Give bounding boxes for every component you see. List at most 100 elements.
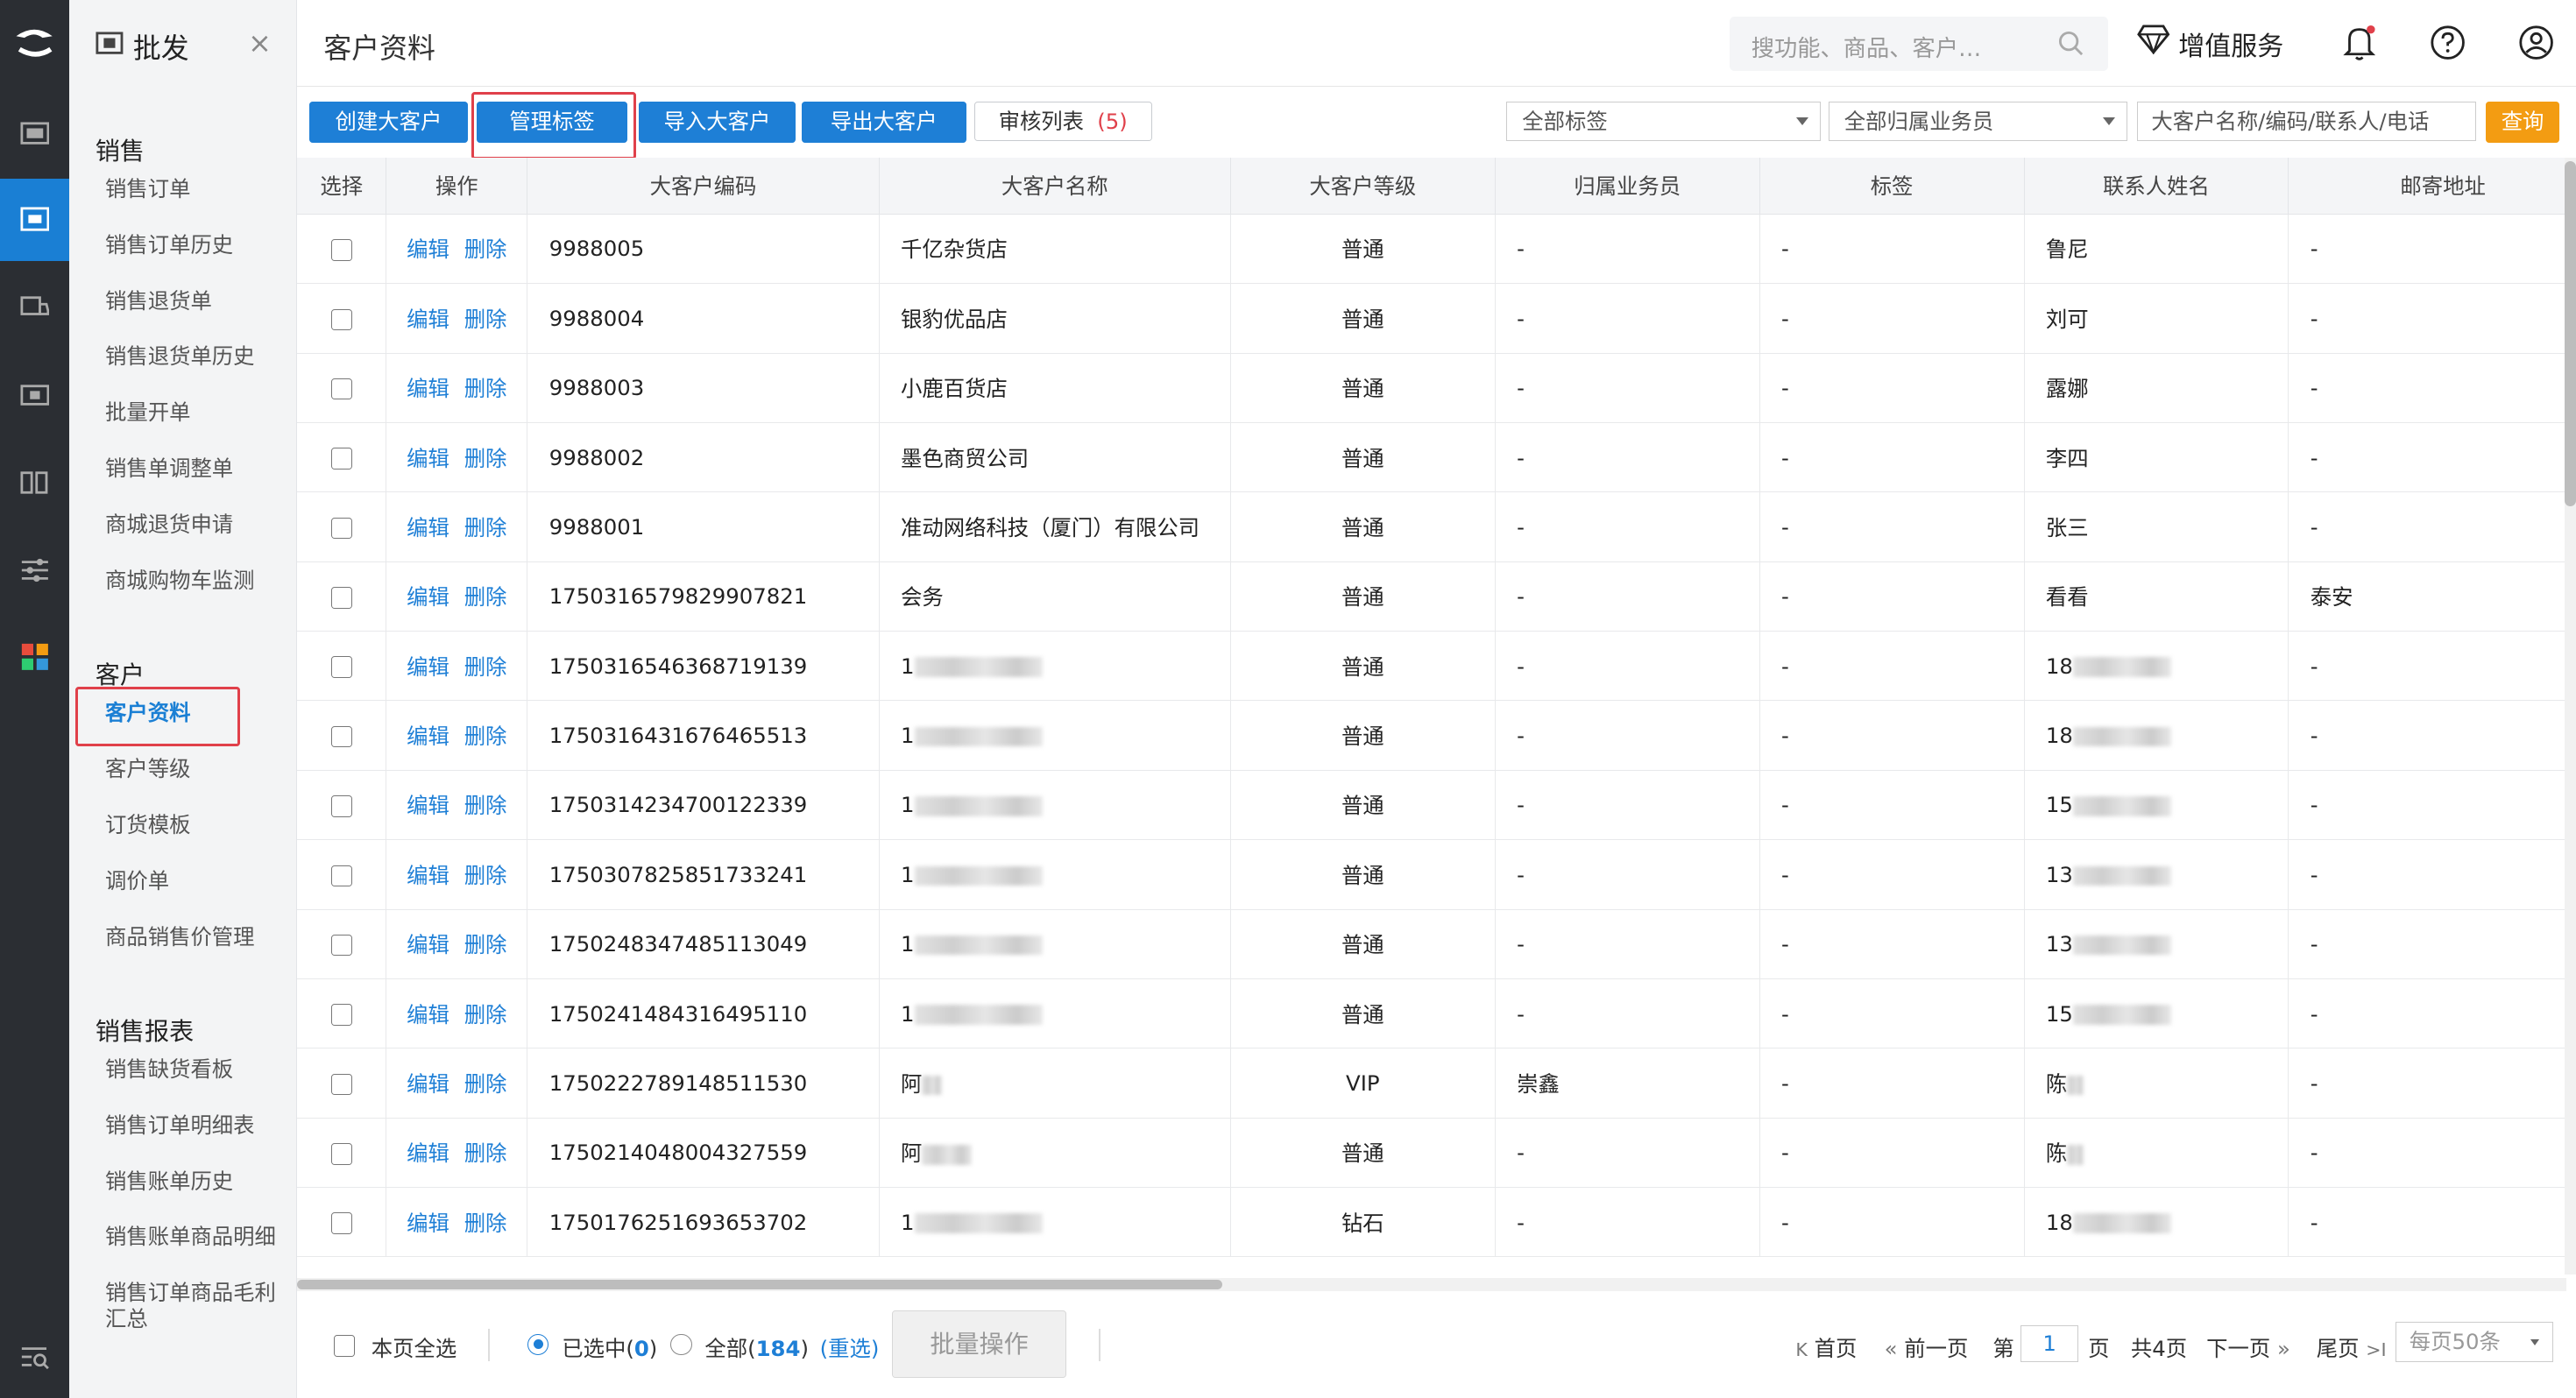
delete-link[interactable]: 删除	[464, 724, 507, 749]
delete-link[interactable]: 删除	[464, 237, 507, 262]
delete-link[interactable]: 删除	[464, 863, 507, 888]
delete-link[interactable]: 删除	[464, 1071, 507, 1097]
sidebar-item[interactable]: 商城退货申请	[105, 512, 233, 538]
menu-search-icon[interactable]	[0, 1316, 69, 1398]
selected-radio[interactable]	[527, 1333, 549, 1355]
page-number-input[interactable]: 1	[2020, 1325, 2078, 1362]
all-radio[interactable]	[670, 1333, 692, 1355]
row-checkbox[interactable]	[330, 1212, 352, 1234]
export-customers-button[interactable]: 导出大客户	[802, 102, 966, 144]
row-checkbox[interactable]	[330, 725, 352, 748]
create-customer-button[interactable]: 创建大客户	[308, 102, 469, 144]
sidebar-item[interactable]: 销售账单商品明细	[105, 1224, 276, 1250]
import-customers-button[interactable]: 导入大客户	[639, 102, 796, 144]
row-checkbox[interactable]	[330, 448, 352, 470]
close-icon[interactable]: ×	[248, 26, 272, 60]
edit-link[interactable]: 编辑	[407, 1071, 449, 1097]
row-checkbox[interactable]	[330, 865, 352, 887]
horizontal-scrollbar[interactable]	[297, 1277, 2566, 1291]
edit-link[interactable]: 编辑	[407, 932, 449, 957]
apps-grid-icon[interactable]	[0, 616, 69, 698]
last-page-button[interactable]: 尾页 >I	[2317, 1332, 2387, 1363]
settings-sliders-icon[interactable]	[0, 529, 69, 611]
sidebar-item[interactable]: 销售账单历史	[105, 1169, 233, 1195]
next-page-button[interactable]: 下一页 »	[2206, 1332, 2290, 1363]
sidebar-item[interactable]: 订货模板	[105, 812, 190, 838]
delete-link[interactable]: 删除	[464, 446, 507, 471]
edit-link[interactable]: 编辑	[407, 863, 449, 888]
edit-link[interactable]: 编辑	[407, 724, 449, 749]
page-size-select[interactable]: 每页50条	[2395, 1322, 2553, 1362]
sidebar-item[interactable]: 调价单	[105, 868, 169, 894]
row-checkbox[interactable]	[330, 1143, 352, 1165]
edit-link[interactable]: 编辑	[407, 1211, 449, 1236]
delete-link[interactable]: 删除	[464, 307, 507, 332]
sidebar-item[interactable]: 销售退货单历史	[105, 343, 255, 370]
notification-bell-icon[interactable]	[2343, 25, 2376, 60]
vertical-scroll-thumb[interactable]	[2564, 160, 2576, 506]
row-checkbox[interactable]	[330, 239, 352, 261]
global-search-input[interactable]: 搜功能、商品、客户…	[1730, 16, 2108, 71]
value-added-services-button[interactable]: 增值服务	[2137, 25, 2283, 62]
user-account-icon[interactable]	[2518, 25, 2554, 60]
query-button[interactable]: 查询	[2485, 102, 2560, 144]
horizontal-scroll-thumb[interactable]	[297, 1279, 1222, 1289]
row-checkbox[interactable]	[330, 587, 352, 609]
row-checkbox[interactable]	[330, 308, 352, 331]
row-checkbox[interactable]	[330, 656, 352, 678]
delete-link[interactable]: 删除	[464, 932, 507, 957]
reselect-link[interactable]: (重选)	[820, 1332, 880, 1363]
help-icon[interactable]	[2430, 25, 2466, 60]
edit-link[interactable]: 编辑	[407, 793, 449, 818]
row-checkbox[interactable]	[330, 517, 352, 540]
wholesale-nav-icon[interactable]	[0, 179, 69, 262]
prev-page-button[interactable]: « 前一页	[1885, 1332, 1969, 1363]
edit-link[interactable]: 编辑	[407, 1140, 449, 1166]
delete-link[interactable]: 删除	[464, 515, 507, 540]
dashboard-nav-icon[interactable]	[0, 94, 69, 176]
row-checkbox[interactable]	[330, 378, 352, 400]
vertical-scrollbar[interactable]	[2564, 158, 2576, 1274]
edit-link[interactable]: 编辑	[407, 584, 449, 610]
select-page-checkbox[interactable]	[333, 1335, 356, 1357]
row-checkbox[interactable]	[330, 795, 352, 817]
sidebar-item[interactable]: 销售订单	[105, 176, 190, 202]
sidebar-item[interactable]: 销售订单明细表	[105, 1112, 255, 1139]
sidebar-item[interactable]: 商城购物车监测	[105, 568, 255, 594]
store-nav-icon[interactable]	[0, 355, 69, 437]
delete-link[interactable]: 删除	[464, 1002, 507, 1027]
first-page-button[interactable]: K 首页	[1795, 1332, 1857, 1363]
sidebar-item[interactable]: 销售缺货看板	[105, 1056, 233, 1083]
inventory-nav-icon[interactable]	[0, 441, 69, 524]
tag-filter-select[interactable]: 全部标签	[1506, 102, 1821, 142]
batch-operation-button[interactable]: 批量操作	[892, 1310, 1066, 1379]
keyword-search-input[interactable]: 大客户名称/编码/联系人/电话	[2137, 102, 2476, 142]
search-icon[interactable]	[2057, 30, 2084, 56]
sidebar-item[interactable]: 销售单调整单	[105, 455, 233, 482]
delete-link[interactable]: 删除	[464, 654, 507, 680]
delete-link[interactable]: 删除	[464, 1140, 507, 1166]
edit-link[interactable]: 编辑	[407, 376, 449, 401]
sidebar-item[interactable]: 销售订单历史	[105, 232, 233, 258]
sidebar-item[interactable]: 销售订单商品毛利汇总	[105, 1280, 283, 1332]
delete-link[interactable]: 删除	[464, 584, 507, 610]
row-checkbox[interactable]	[330, 1073, 352, 1096]
review-list-button[interactable]: 审核列表 (5)	[973, 102, 1152, 142]
delete-link[interactable]: 删除	[464, 793, 507, 818]
edit-link[interactable]: 编辑	[407, 307, 449, 332]
edit-link[interactable]: 编辑	[407, 654, 449, 680]
salesperson-filter-select[interactable]: 全部归属业务员	[1828, 102, 2128, 142]
sidebar-item[interactable]: 批量开单	[105, 399, 190, 426]
delete-link[interactable]: 删除	[464, 1211, 507, 1236]
edit-link[interactable]: 编辑	[407, 446, 449, 471]
row-checkbox[interactable]	[330, 1004, 352, 1026]
edit-link[interactable]: 编辑	[407, 237, 449, 262]
row-checkbox[interactable]	[330, 934, 352, 957]
sidebar-item[interactable]: 商品销售价管理	[105, 924, 255, 950]
delete-link[interactable]: 删除	[464, 376, 507, 401]
sidebar-item[interactable]: 销售退货单	[105, 288, 212, 314]
edit-link[interactable]: 编辑	[407, 515, 449, 540]
sidebar-item[interactable]: 客户等级	[105, 756, 190, 782]
edit-link[interactable]: 编辑	[407, 1002, 449, 1027]
purchase-nav-icon[interactable]	[0, 266, 69, 349]
